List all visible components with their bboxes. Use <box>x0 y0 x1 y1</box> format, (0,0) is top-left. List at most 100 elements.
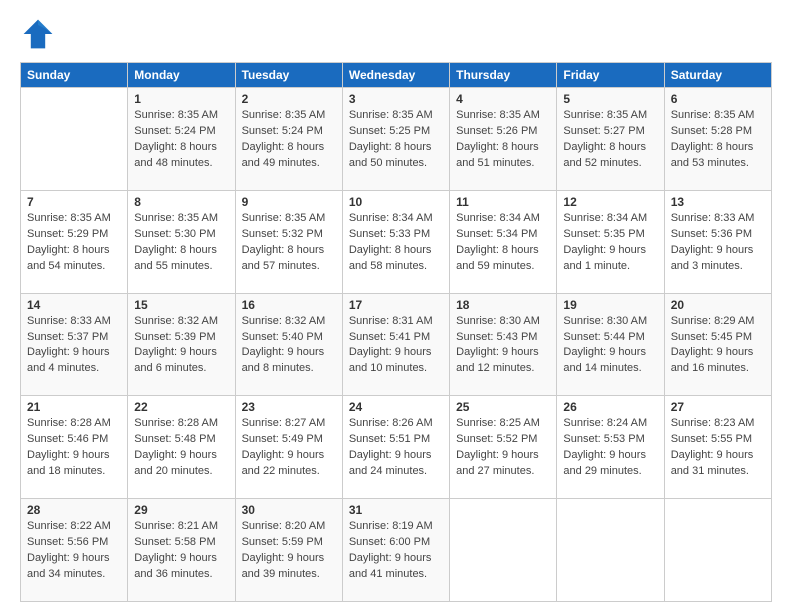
sunset-text: Sunset: 5:48 PM <box>134 433 215 445</box>
week-row-3: 14 Sunrise: 8:33 AM Sunset: 5:37 PM Dayl… <box>21 293 772 396</box>
day-cell: 2 Sunrise: 8:35 AM Sunset: 5:24 PM Dayli… <box>235 88 342 191</box>
day-cell: 5 Sunrise: 8:35 AM Sunset: 5:27 PM Dayli… <box>557 88 664 191</box>
sunrise-text: Sunrise: 8:35 AM <box>671 109 755 121</box>
day-number: 20 <box>671 298 765 312</box>
sunrise-text: Sunrise: 8:19 AM <box>349 520 433 532</box>
sunrise-text: Sunrise: 8:35 AM <box>456 109 540 121</box>
day-number: 3 <box>349 92 443 106</box>
week-row-2: 7 Sunrise: 8:35 AM Sunset: 5:29 PM Dayli… <box>21 190 772 293</box>
sunset-text: Sunset: 5:53 PM <box>563 433 644 445</box>
sunrise-text: Sunrise: 8:34 AM <box>456 212 540 224</box>
sunrise-text: Sunrise: 8:24 AM <box>563 417 647 429</box>
day-cell: 16 Sunrise: 8:32 AM Sunset: 5:40 PM Dayl… <box>235 293 342 396</box>
day-number: 23 <box>242 400 336 414</box>
day-number: 26 <box>563 400 657 414</box>
week-row-4: 21 Sunrise: 8:28 AM Sunset: 5:46 PM Dayl… <box>21 396 772 499</box>
day-number: 2 <box>242 92 336 106</box>
calendar-header-row: SundayMondayTuesdayWednesdayThursdayFrid… <box>21 63 772 88</box>
sunrise-text: Sunrise: 8:30 AM <box>563 315 647 327</box>
sunrise-text: Sunrise: 8:31 AM <box>349 315 433 327</box>
sunset-text: Sunset: 5:25 PM <box>349 125 430 137</box>
sunset-text: Sunset: 5:35 PM <box>563 228 644 240</box>
daylight-text: Daylight: 9 hours and 24 minutes. <box>349 449 432 477</box>
sunrise-text: Sunrise: 8:34 AM <box>563 212 647 224</box>
sunrise-text: Sunrise: 8:35 AM <box>349 109 433 121</box>
day-cell: 26 Sunrise: 8:24 AM Sunset: 5:53 PM Dayl… <box>557 396 664 499</box>
sunset-text: Sunset: 5:39 PM <box>134 331 215 343</box>
daylight-text: Daylight: 9 hours and 27 minutes. <box>456 449 539 477</box>
col-header-tuesday: Tuesday <box>235 63 342 88</box>
day-number: 13 <box>671 195 765 209</box>
day-info: Sunrise: 8:35 AM Sunset: 5:27 PM Dayligh… <box>563 108 657 172</box>
week-row-5: 28 Sunrise: 8:22 AM Sunset: 5:56 PM Dayl… <box>21 499 772 602</box>
day-info: Sunrise: 8:19 AM Sunset: 6:00 PM Dayligh… <box>349 519 443 583</box>
sunset-text: Sunset: 5:27 PM <box>563 125 644 137</box>
day-cell <box>450 499 557 602</box>
daylight-text: Daylight: 9 hours and 1 minute. <box>563 244 646 272</box>
day-info: Sunrise: 8:35 AM Sunset: 5:24 PM Dayligh… <box>242 108 336 172</box>
day-info: Sunrise: 8:22 AM Sunset: 5:56 PM Dayligh… <box>27 519 121 583</box>
sunrise-text: Sunrise: 8:33 AM <box>27 315 111 327</box>
col-header-sunday: Sunday <box>21 63 128 88</box>
day-info: Sunrise: 8:30 AM Sunset: 5:44 PM Dayligh… <box>563 314 657 378</box>
sunset-text: Sunset: 5:37 PM <box>27 331 108 343</box>
daylight-text: Daylight: 9 hours and 6 minutes. <box>134 346 217 374</box>
col-header-thursday: Thursday <box>450 63 557 88</box>
sunset-text: Sunset: 5:46 PM <box>27 433 108 445</box>
sunrise-text: Sunrise: 8:26 AM <box>349 417 433 429</box>
day-cell: 27 Sunrise: 8:23 AM Sunset: 5:55 PM Dayl… <box>664 396 771 499</box>
daylight-text: Daylight: 9 hours and 3 minutes. <box>671 244 754 272</box>
col-header-saturday: Saturday <box>664 63 771 88</box>
day-number: 18 <box>456 298 550 312</box>
day-cell <box>21 88 128 191</box>
day-cell: 9 Sunrise: 8:35 AM Sunset: 5:32 PM Dayli… <box>235 190 342 293</box>
daylight-text: Daylight: 8 hours and 54 minutes. <box>27 244 110 272</box>
daylight-text: Daylight: 8 hours and 52 minutes. <box>563 141 646 169</box>
sunrise-text: Sunrise: 8:23 AM <box>671 417 755 429</box>
sunset-text: Sunset: 5:26 PM <box>456 125 537 137</box>
day-number: 11 <box>456 195 550 209</box>
day-info: Sunrise: 8:35 AM Sunset: 5:25 PM Dayligh… <box>349 108 443 172</box>
day-number: 30 <box>242 503 336 517</box>
sunset-text: Sunset: 5:55 PM <box>671 433 752 445</box>
day-number: 1 <box>134 92 228 106</box>
day-info: Sunrise: 8:33 AM Sunset: 5:36 PM Dayligh… <box>671 211 765 275</box>
day-cell: 11 Sunrise: 8:34 AM Sunset: 5:34 PM Dayl… <box>450 190 557 293</box>
daylight-text: Daylight: 9 hours and 20 minutes. <box>134 449 217 477</box>
day-cell: 31 Sunrise: 8:19 AM Sunset: 6:00 PM Dayl… <box>342 499 449 602</box>
sunset-text: Sunset: 5:24 PM <box>242 125 323 137</box>
logo-icon <box>20 16 56 52</box>
daylight-text: Daylight: 9 hours and 31 minutes. <box>671 449 754 477</box>
sunrise-text: Sunrise: 8:35 AM <box>134 212 218 224</box>
daylight-text: Daylight: 9 hours and 29 minutes. <box>563 449 646 477</box>
day-info: Sunrise: 8:32 AM Sunset: 5:40 PM Dayligh… <box>242 314 336 378</box>
daylight-text: Daylight: 8 hours and 55 minutes. <box>134 244 217 272</box>
col-header-monday: Monday <box>128 63 235 88</box>
day-info: Sunrise: 8:32 AM Sunset: 5:39 PM Dayligh… <box>134 314 228 378</box>
day-number: 28 <box>27 503 121 517</box>
day-info: Sunrise: 8:35 AM Sunset: 5:32 PM Dayligh… <box>242 211 336 275</box>
header <box>20 16 772 52</box>
sunset-text: Sunset: 5:58 PM <box>134 536 215 548</box>
day-info: Sunrise: 8:24 AM Sunset: 5:53 PM Dayligh… <box>563 416 657 480</box>
sunrise-text: Sunrise: 8:28 AM <box>134 417 218 429</box>
sunset-text: Sunset: 5:41 PM <box>349 331 430 343</box>
day-info: Sunrise: 8:35 AM Sunset: 5:26 PM Dayligh… <box>456 108 550 172</box>
sunset-text: Sunset: 5:29 PM <box>27 228 108 240</box>
day-cell: 10 Sunrise: 8:34 AM Sunset: 5:33 PM Dayl… <box>342 190 449 293</box>
sunset-text: Sunset: 5:33 PM <box>349 228 430 240</box>
day-cell: 17 Sunrise: 8:31 AM Sunset: 5:41 PM Dayl… <box>342 293 449 396</box>
day-cell: 22 Sunrise: 8:28 AM Sunset: 5:48 PM Dayl… <box>128 396 235 499</box>
daylight-text: Daylight: 9 hours and 8 minutes. <box>242 346 325 374</box>
day-info: Sunrise: 8:26 AM Sunset: 5:51 PM Dayligh… <box>349 416 443 480</box>
day-cell: 18 Sunrise: 8:30 AM Sunset: 5:43 PM Dayl… <box>450 293 557 396</box>
daylight-text: Daylight: 9 hours and 41 minutes. <box>349 552 432 580</box>
daylight-text: Daylight: 9 hours and 4 minutes. <box>27 346 110 374</box>
sunset-text: Sunset: 5:32 PM <box>242 228 323 240</box>
day-cell: 1 Sunrise: 8:35 AM Sunset: 5:24 PM Dayli… <box>128 88 235 191</box>
day-info: Sunrise: 8:35 AM Sunset: 5:30 PM Dayligh… <box>134 211 228 275</box>
day-number: 19 <box>563 298 657 312</box>
daylight-text: Daylight: 9 hours and 18 minutes. <box>27 449 110 477</box>
sunset-text: Sunset: 5:40 PM <box>242 331 323 343</box>
day-info: Sunrise: 8:29 AM Sunset: 5:45 PM Dayligh… <box>671 314 765 378</box>
